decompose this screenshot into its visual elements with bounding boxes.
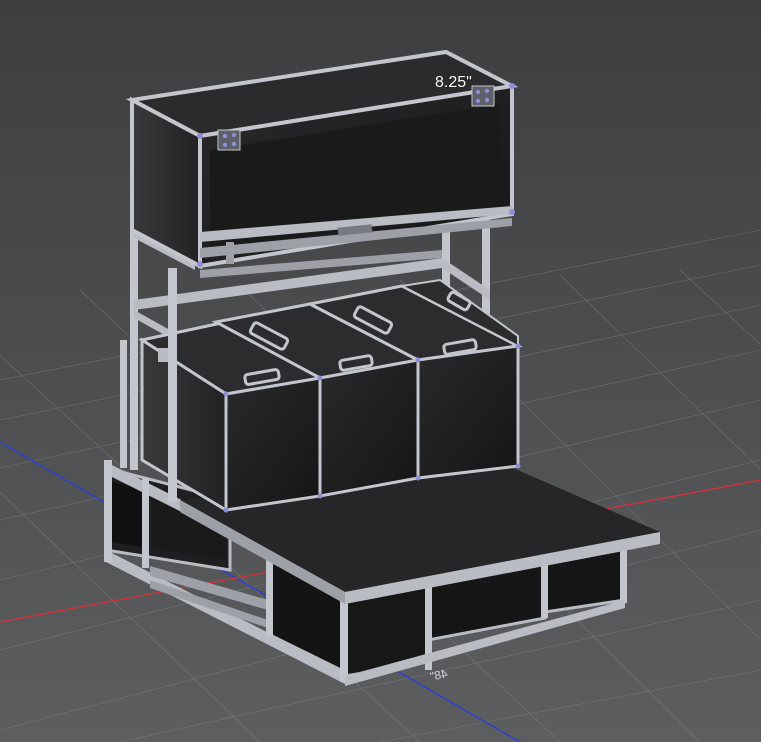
front-post[interactable] [168, 290, 177, 502]
3d-viewport[interactable]: 8.25" 48" [0, 0, 761, 742]
dimension-label: 8.25" [435, 74, 472, 91]
side-post[interactable] [120, 340, 127, 468]
scene-canvas[interactable] [0, 0, 761, 742]
